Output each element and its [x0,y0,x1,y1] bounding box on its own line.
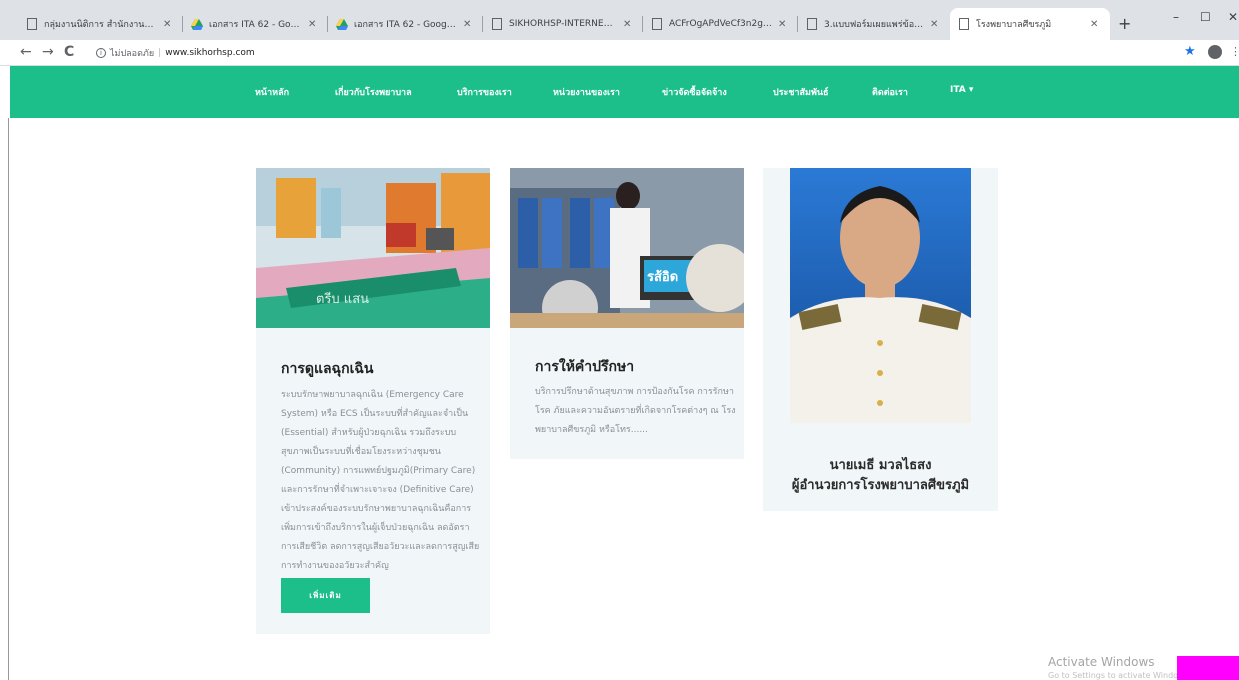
new-tab-button[interactable]: + [1118,14,1131,33]
url-text: www.sikhorhsp.com [165,48,255,58]
close-window-icon[interactable]: ✕ [1228,10,1238,24]
card-body: ระบบรักษาพยาบาลฉุกเฉิน (Emergency Care S… [281,390,480,571]
close-tab-icon[interactable]: ✕ [163,19,175,30]
close-tab-icon[interactable]: ✕ [308,19,320,30]
page-icon [26,18,38,30]
director-name: นายเมธี มวลไธสง [829,458,932,473]
tab-title: เอกสาร ITA 62 - Google ไดรฟ์ [354,20,457,30]
google-drive-icon [191,18,203,30]
close-tab-icon[interactable]: ✕ [1090,19,1102,30]
card-body: บริการปรึกษาด้านสุขภาพ การป้องกันโรค การ… [535,387,736,435]
tab-title: โรงพยาบาลศีขรภูมิ [976,20,1052,30]
emergency-room-image: ตรีบ แสน [256,168,490,328]
close-tab-icon[interactable]: ✕ [930,19,942,30]
service-card-consultation: รส้อิด การให้คำปรึกษา บริการปรึกษาด้านสุ… [510,168,744,459]
browser-tab-active[interactable]: โรงพยาบาลศีขรภูมิ ✕ [950,8,1110,40]
svg-text:ตรีบ แสน: ตรีบ แสน [316,291,369,307]
forward-icon[interactable]: → [42,44,54,60]
browser-tab[interactable]: 3.แบบฟอร์มเผยแพร่ข้อมูลบนเว็บไซต์ ✕ [798,8,950,40]
tab-title: ACFrOgAPdVeCf3n2g8Bomreu4 [669,19,772,29]
close-tab-icon[interactable]: ✕ [463,19,475,30]
director-photo [790,168,971,423]
nav-item-home[interactable]: หน้าหลัก [255,85,289,99]
reload-icon[interactable]: C [64,44,74,60]
browser-tab-bar: กลุ่มงานนิติการ สำนักงานสาธารณสุข ✕ เอกส… [0,0,1239,40]
bookmark-star-icon[interactable]: ★ [1184,44,1196,59]
nav-item-services[interactable]: บริการของเรา [457,85,512,99]
monitor-text: รส้อิด [647,269,678,285]
site-navbar: หน้าหลัก เกี่ยวกับโรงพยาบาล บริการของเรา… [10,66,1239,118]
consultation-image: รส้อิด [510,168,744,328]
director-card: นายเมธี มวลไธสง ผู้อำนวยการโรงพยาบาลศีขร… [763,168,998,511]
back-icon[interactable]: ← [20,44,32,60]
tab-title: 3.แบบฟอร์มเผยแพร่ข้อมูลบนเว็บไซต์ [824,20,924,30]
service-card-emergency: ตรีบ แสน การดูแลฉุกเฉิน ระบบรักษาพยาบาลฉ… [256,168,490,634]
nav-item-ita[interactable]: ITA ▾ [950,85,973,95]
url-input[interactable]: i ไม่ปลอดภัย | www.sikhorhsp.com [96,44,1156,62]
nav-item-contact[interactable]: ติดต่อเรา [872,85,908,99]
magenta-overlay-block [1177,656,1239,680]
page-icon [958,18,970,30]
card-title: การดูแลฉุกเฉิน [281,361,374,377]
read-more-button[interactable]: เพิ่มเติม [281,578,370,613]
close-tab-icon[interactable]: ✕ [778,19,790,30]
info-icon[interactable]: i [96,48,106,58]
google-drive-icon [336,18,348,30]
maximize-icon[interactable]: ☐ [1200,10,1211,24]
nav-item-procurement[interactable]: ข่าวจัดซื้อจัดจ้าง [662,85,727,99]
security-label: ไม่ปลอดภัย [110,49,155,59]
minimize-icon[interactable]: – [1173,10,1179,24]
address-bar: ← → C i ไม่ปลอดภัย | www.sikhorhsp.com ★… [0,40,1239,66]
browser-tab[interactable]: กลุ่มงานนิติการ สำนักงานสาธารณสุข ✕ [18,8,183,40]
browser-tab[interactable]: SIKHORHSP-INTERNET SERVICE ✕ [483,8,643,40]
tab-title: กลุ่มงานนิติการ สำนักงานสาธารณสุข [44,20,157,30]
browser-tab[interactable]: เอกสาร ITA 62 - Google ไดรฟ์ ✕ [328,8,483,40]
nav-item-pr[interactable]: ประชาสัมพันธ์ [773,85,829,99]
browser-tab[interactable]: ACFrOgAPdVeCf3n2g8Bomreu4 ✕ [643,8,798,40]
profile-avatar-icon[interactable] [1208,45,1222,59]
director-position: ผู้อำนวยการโรงพยาบาลศีขรภูมิ [791,478,970,493]
page-icon [806,18,818,30]
browser-menu-icon[interactable]: ⋮ [1230,45,1239,58]
page-icon [651,18,663,30]
close-tab-icon[interactable]: ✕ [623,19,635,30]
tab-title: SIKHORHSP-INTERNET SERVICE [509,19,617,29]
activate-windows-title: Activate Windows [1048,655,1155,669]
browser-tab[interactable]: เอกสาร ITA 62 - Google ไดรฟ์ ✕ [183,8,328,40]
nav-item-about[interactable]: เกี่ยวกับโรงพยาบาล [335,85,412,99]
page-left-border [8,118,9,680]
tab-title: เอกสาร ITA 62 - Google ไดรฟ์ [209,20,302,30]
card-title: การให้คำปรึกษา [535,359,635,375]
activate-windows-subtitle: Go to Settings to activate Windows. [1048,671,1192,680]
nav-item-departments[interactable]: หน่วยงานของเรา [553,85,620,99]
page-icon [491,18,503,30]
